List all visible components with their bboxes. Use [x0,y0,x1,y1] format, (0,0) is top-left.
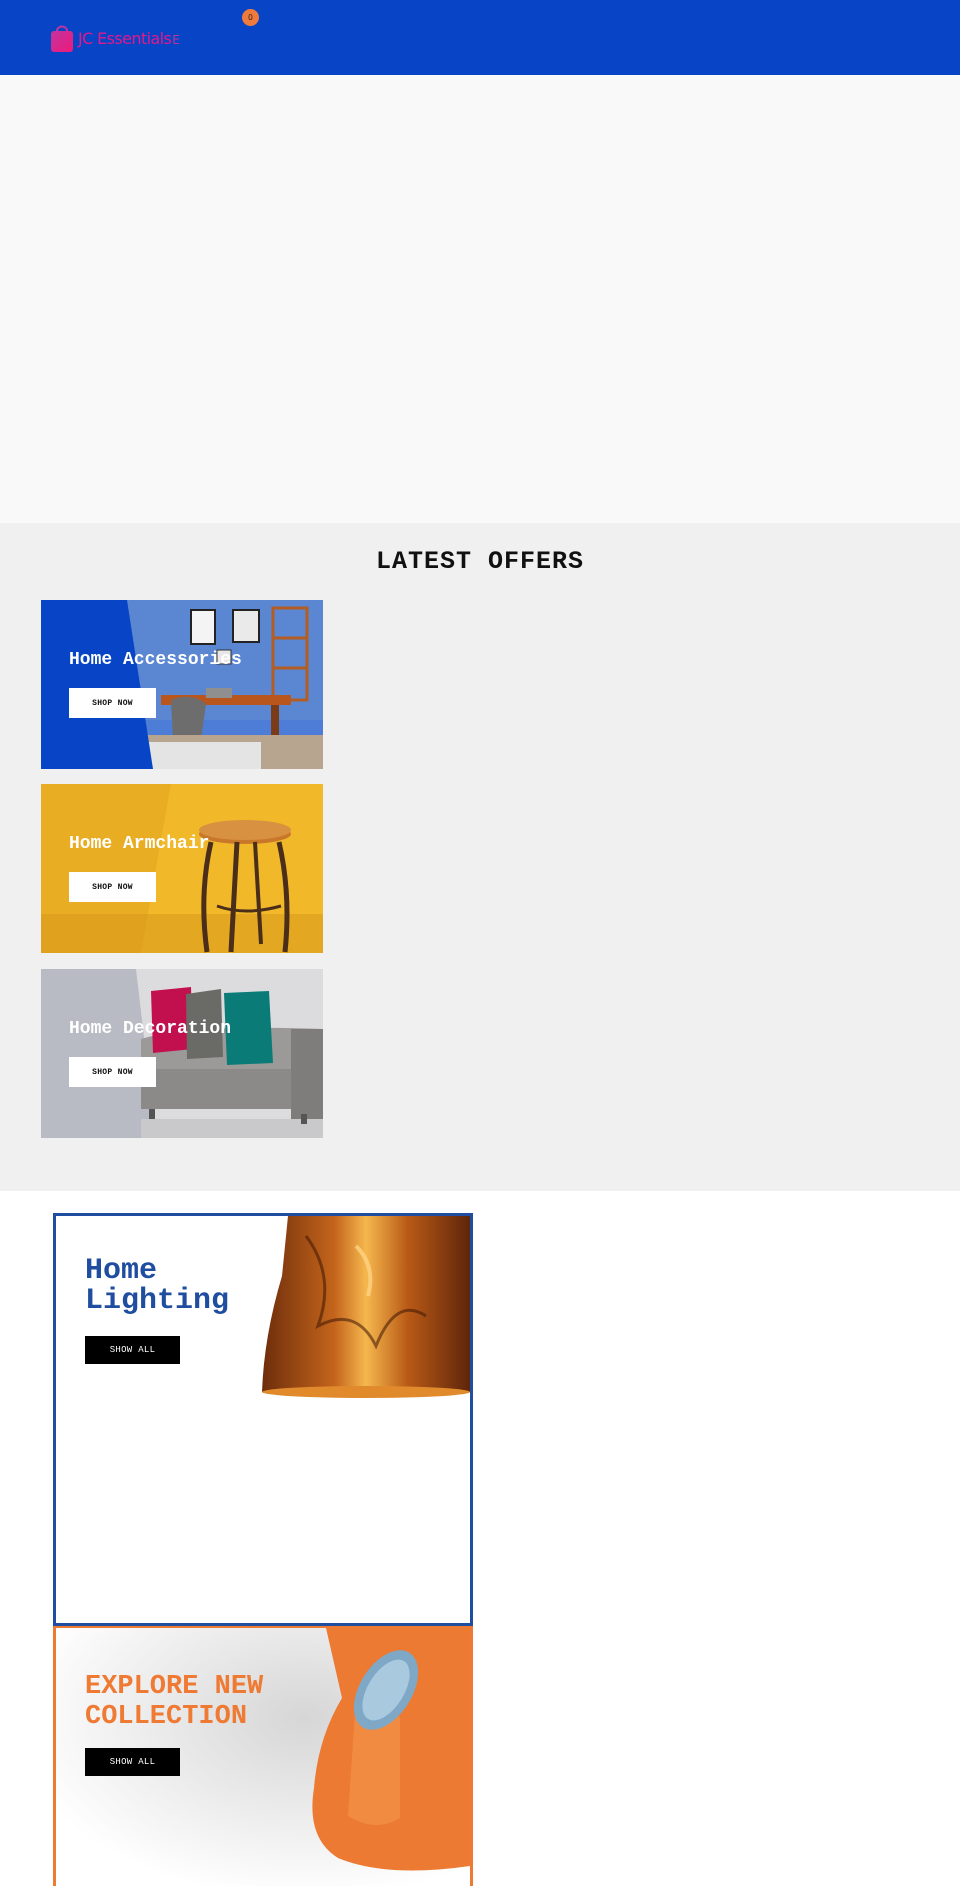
offer-card-home-decoration[interactable]: Home Decoration SHOP NOW [41,969,323,1138]
offer-card-home-armchair[interactable]: Home Armchair SHOP NOW [41,784,323,953]
collection-title: EXPLORE NEW COLLECTION [85,1672,264,1732]
offer-title: Home Armchair [69,834,210,854]
shop-now-button[interactable]: SHOP NOW [69,1057,156,1087]
shop-now-button[interactable]: SHOP NOW [69,688,156,718]
wooden-stool-photo [41,784,323,953]
show-all-button[interactable]: SHOW ALL [85,1748,180,1776]
collection-card-home-lighting[interactable]: Home Lighting SHOW ALL [53,1213,473,1626]
site-header: JC EssentialsE 0 [0,0,960,75]
offer-title: Home Decoration [69,1019,232,1039]
cart-count-badge[interactable]: 0 [242,9,259,26]
latest-offers-section: LATEST OFFERS Home Accessories SHOP NOW [0,523,960,1191]
shopping-bag-icon [51,25,73,52]
offer-title: Home Accessories [69,650,242,670]
sofa-with-pillows-photo [41,969,323,1138]
brand-mark-tail: E [172,32,180,47]
latest-offers-heading: LATEST OFFERS [375,547,585,576]
hero-banner [0,75,960,523]
brand-name: JC EssentialsE [78,28,180,48]
brand-logo[interactable]: JC EssentialsE [50,22,180,54]
show-all-button[interactable]: SHOW ALL [85,1336,180,1364]
shop-now-button[interactable]: SHOP NOW [69,872,156,902]
home-office-photo [41,600,323,769]
offer-card-home-accessories[interactable]: Home Accessories SHOP NOW [41,600,323,769]
collection-title: Home Lighting [85,1254,230,1318]
collection-card-explore-new[interactable]: EXPLORE NEW COLLECTION SHOW ALL [53,1626,473,1886]
